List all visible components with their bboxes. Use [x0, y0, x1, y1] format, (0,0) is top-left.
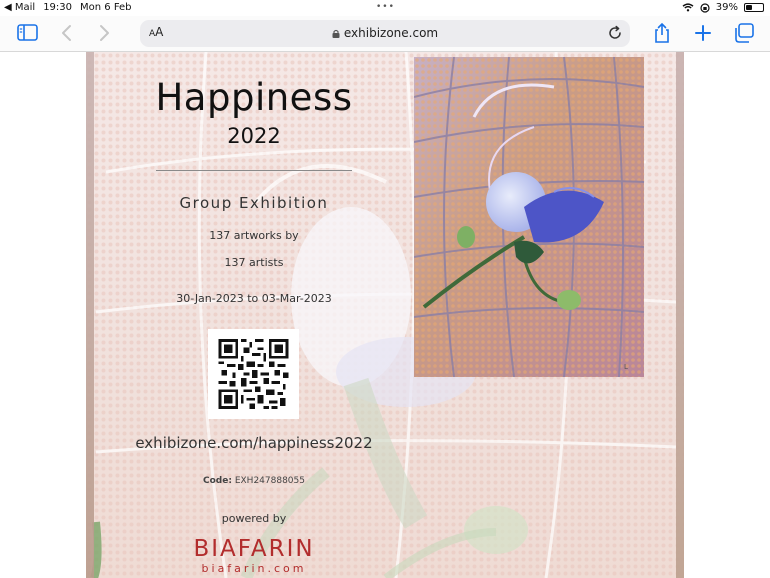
orientation-lock-icon — [700, 2, 710, 13]
poster-edge-left — [86, 52, 94, 578]
address-url[interactable]: exhibizone.com — [140, 26, 630, 40]
lock-icon — [332, 29, 340, 38]
exhibition-dates: 30-Jan-2023 to 03-Mar-2023 — [176, 292, 332, 305]
address-bar[interactable]: AA exhibizone.com — [140, 20, 630, 47]
share-icon[interactable] — [650, 22, 674, 44]
battery-percent: 39% — [715, 2, 738, 13]
sidebar-icon[interactable] — [16, 22, 40, 44]
brand-url[interactable]: biafarin.com — [124, 562, 384, 575]
qr-code-icon — [218, 339, 289, 409]
artwork-count: 137 artworks by — [209, 229, 299, 242]
qr-code[interactable] — [208, 329, 299, 419]
exhibition-poster: Happiness 2022 Group Exhibition 137 artw… — [86, 52, 684, 578]
poster-edge-right — [676, 52, 684, 578]
exhibition-title: Happiness — [155, 76, 353, 119]
tabs-overview-icon[interactable] — [732, 22, 756, 44]
multitasking-dots-icon[interactable]: ••• — [376, 2, 395, 12]
back-to-mail-link[interactable]: ◀ Mail — [4, 2, 35, 13]
brand-logo[interactable]: BIAFARIN — [124, 536, 384, 562]
svg-text:L: L — [624, 363, 628, 371]
exhibition-code: Code: EXH247888055 — [124, 476, 384, 486]
exhibition-type: Group Exhibition — [179, 194, 329, 212]
url-text: exhibizone.com — [343, 26, 439, 40]
artist-count: 137 artists — [224, 256, 284, 269]
status-left: ◀ Mail 19:30 Mon 6 Feb — [4, 2, 132, 13]
title-divider — [156, 170, 352, 171]
wifi-icon — [682, 3, 694, 12]
forward-icon[interactable] — [92, 22, 116, 44]
new-tab-icon[interactable] — [691, 22, 715, 44]
battery-icon — [744, 3, 764, 12]
browser-toolbar: AA exhibizone.com — [0, 16, 770, 52]
reload-icon[interactable] — [607, 25, 623, 41]
code-value: EXH247888055 — [234, 476, 305, 486]
code-label: Code: — [203, 476, 232, 486]
status-time: 19:30 — [43, 2, 73, 13]
status-right: 39% — [682, 2, 764, 13]
exhibition-year: 2022 — [227, 124, 281, 148]
status-bar: ◀ Mail 19:30 Mon 6 Feb ••• 39% — [0, 0, 770, 16]
powered-by-label: powered by — [221, 512, 287, 525]
status-date: Mon 6 Feb — [80, 2, 132, 13]
web-page: Happiness 2022 Group Exhibition 137 artw… — [0, 52, 770, 578]
exhibition-link[interactable]: exhibizone.com/happiness2022 — [86, 434, 422, 452]
back-icon[interactable] — [56, 22, 80, 44]
featured-artwork-image[interactable]: L — [414, 57, 644, 377]
